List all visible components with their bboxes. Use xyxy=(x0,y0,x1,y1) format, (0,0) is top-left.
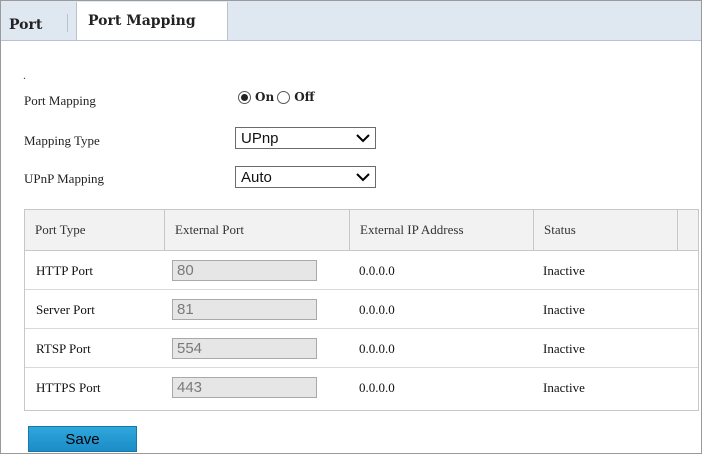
external-ip-cell: 0.0.0.0 xyxy=(359,301,395,317)
radio-on[interactable] xyxy=(238,90,251,104)
external-ip-cell: 0.0.0.0 xyxy=(359,262,395,278)
column-header-status: Status xyxy=(534,210,678,250)
port-mapping-radio-group: On Off xyxy=(238,90,318,104)
status-cell: Inactive xyxy=(543,262,585,278)
table-row: Server Port 81 0.0.0.0 Inactive xyxy=(25,290,698,329)
table-row: RTSP Port 554 0.0.0.0 Inactive xyxy=(25,329,698,368)
column-header-spacer xyxy=(678,210,698,250)
external-port-input[interactable]: 554 xyxy=(172,338,317,359)
mapping-type-value: UPnp xyxy=(241,129,279,147)
upnp-mapping-label: UPnP Mapping xyxy=(24,171,105,186)
stray-dot: . xyxy=(23,68,26,82)
tab-port[interactable]: Port xyxy=(9,9,42,40)
upnp-mapping-select[interactable]: Auto xyxy=(235,166,376,188)
mapping-type-select[interactable]: UPnp xyxy=(235,127,376,149)
save-button[interactable]: Save xyxy=(28,426,137,452)
tab-bar: Port Port Mapping xyxy=(1,1,701,41)
column-header-external-port: External Port xyxy=(165,210,350,250)
table-header: Port Type External Port External IP Addr… xyxy=(25,210,698,251)
chevron-down-icon xyxy=(356,134,370,143)
external-ip-cell: 0.0.0.0 xyxy=(359,379,395,395)
radio-off-label[interactable]: Off xyxy=(294,90,314,104)
chevron-down-icon xyxy=(356,173,370,182)
column-header-port-type: Port Type xyxy=(25,210,165,250)
port-type-cell: HTTPS Port xyxy=(36,379,101,395)
radio-selected-dot xyxy=(241,93,248,101)
port-type-cell: RTSP Port xyxy=(36,340,91,356)
radio-off[interactable] xyxy=(277,90,291,104)
status-cell: Inactive xyxy=(543,301,585,317)
status-cell: Inactive xyxy=(543,340,585,356)
external-port-input[interactable]: 443 xyxy=(172,377,317,398)
port-type-cell: Server Port xyxy=(36,301,95,317)
tab-port-mapping[interactable]: Port Mapping xyxy=(76,2,228,40)
port-mapping-label: Port Mapping xyxy=(24,93,96,108)
external-port-input[interactable]: 80 xyxy=(172,260,317,281)
mapping-type-label: Mapping Type xyxy=(24,133,100,148)
status-cell: Inactive xyxy=(543,379,585,395)
table-row: HTTPS Port 443 0.0.0.0 Inactive xyxy=(25,368,698,407)
radio-on-label[interactable]: On xyxy=(255,90,274,104)
settings-panel: Port Port Mapping . Port Mapping On Off … xyxy=(0,0,702,454)
external-ip-cell: 0.0.0.0 xyxy=(359,340,395,356)
external-port-input[interactable]: 81 xyxy=(172,299,317,320)
tab-divider xyxy=(67,14,68,32)
port-mapping-table: Port Type External Port External IP Addr… xyxy=(24,209,699,411)
column-header-external-ip: External IP Address xyxy=(350,210,534,250)
port-type-cell: HTTP Port xyxy=(36,262,93,278)
upnp-mapping-value: Auto xyxy=(241,168,272,186)
table-row: HTTP Port 80 0.0.0.0 Inactive xyxy=(25,251,698,290)
